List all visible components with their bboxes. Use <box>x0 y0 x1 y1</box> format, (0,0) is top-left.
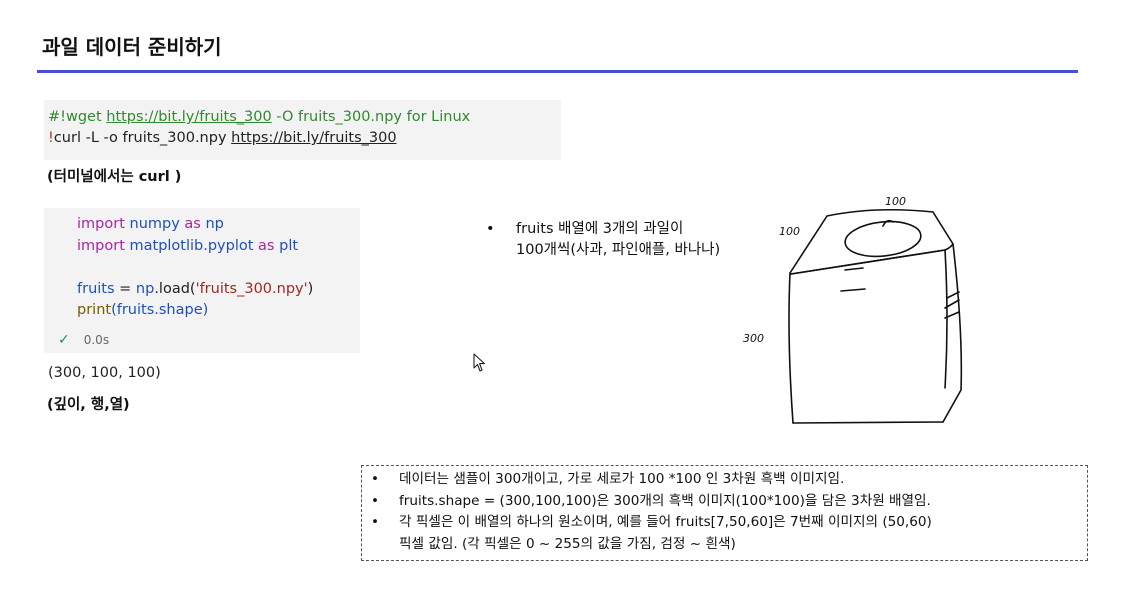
wget-suffix: -O fruits_300.npy for Linux <box>271 109 471 125</box>
sketch-label-left: 100 <box>779 225 800 238</box>
code-line-load: fruits = np.load('fruits_300.npy') <box>77 279 360 301</box>
sketch-label-top: 100 <box>885 195 906 208</box>
filename-string: 'fruits_300.npy' <box>195 280 308 297</box>
alias-plt: plt <box>279 237 299 254</box>
info-box: • 데이터는 샘플이 300개이고, 가로 세로가 100 *100 인 3차원 … <box>361 465 1088 561</box>
bullet-dot: • <box>371 492 380 509</box>
mouse-pointer-icon <box>473 353 486 372</box>
code-line-import-plt: import matplotlib.pyplot as plt <box>77 236 360 258</box>
load-call: .load( <box>154 280 196 297</box>
info-text: 픽셀 값임. (각 픽셀은 0 ~ 255의 값을 가짐, 검정 ~ 흰색) <box>399 535 736 552</box>
curl-command-line: !curl -L -o fruits_300.npy https://bit.l… <box>48 128 561 149</box>
info-item: • 각 픽셀은 이 배열의 하나의 원소이며, 예를 들어 fruits[7,50… <box>371 512 1087 534</box>
code-line-import-numpy: import numpy as np <box>77 214 360 236</box>
terminal-note: (터미널에서는 curl ) <box>47 169 182 185</box>
var-fruits: fruits <box>77 280 115 297</box>
bullet-line-2: 100개씩(사과, 파인애플, 바나나) <box>516 242 721 258</box>
info-text: 각 픽셀은 이 배열의 하나의 원소이며, 예를 들어 fruits[7,50,… <box>399 514 932 530</box>
module-matplotlib: matplotlib.pyplot <box>129 237 254 254</box>
info-text: fruits.shape = (300,100,100)은 300개의 흑백 이… <box>399 492 931 509</box>
np-ref: np <box>135 280 155 297</box>
bullet-dot: • <box>371 514 380 530</box>
check-icon: ✓ <box>58 332 70 348</box>
wget-prefix: #!wget <box>48 109 107 125</box>
cell-output: (300, 100, 100) <box>48 365 161 381</box>
kw-import: import <box>77 237 125 254</box>
fruits-bullet: • fruits 배열에 3개의 과일이 100개씩(사과, 파인애플, 바나나… <box>486 219 720 261</box>
kw-as: as <box>184 216 201 232</box>
dims-note: (깊이, 행,열) <box>47 397 130 413</box>
module-numpy: numpy <box>129 216 180 232</box>
sketch-label-side: 300 <box>743 332 764 345</box>
info-item: • fruits.shape = (300,100,100)은 300개의 흑백 … <box>371 491 1087 513</box>
kw-import: import <box>77 216 125 232</box>
bullet-line-1: fruits 배열에 3개의 과일이 <box>516 221 684 237</box>
print-fn: print <box>77 302 112 318</box>
code-cell-download[interactable]: #!wget https://bit.ly/fruits_300 -O frui… <box>44 100 561 160</box>
info-item: • 데이터는 샘플이 300개이고, 가로 세로가 100 *100 인 3차원 … <box>371 469 1087 491</box>
print-arg: (fruits.shape) <box>111 302 209 318</box>
close-paren: ) <box>307 280 314 297</box>
wget-comment-line: #!wget https://bit.ly/fruits_300 -O frui… <box>48 107 561 128</box>
curl-url-link[interactable]: https://bit.ly/fruits_300 <box>231 130 396 146</box>
bullet-dot: • <box>486 221 495 237</box>
exec-time: 0.0s <box>83 333 110 347</box>
assign-op: = <box>114 280 136 297</box>
info-item-continued: 픽셀 값임. (각 픽셀은 0 ~ 255의 값을 가짐, 검정 ~ 흰색) <box>371 534 1087 556</box>
curl-command: curl -L -o fruits_300.npy <box>53 130 232 146</box>
bullet-dot: • <box>371 471 380 487</box>
kw-as: as <box>258 237 275 254</box>
array-cube-sketch: 100 100 300 <box>743 195 963 424</box>
slide-title: 과일 데이터 준비하기 <box>42 35 222 59</box>
title-divider <box>37 70 1078 73</box>
alias-np: np <box>205 216 224 232</box>
execution-status: ✓ 0.0s <box>58 332 109 348</box>
code-line-print: print(fruits.shape) <box>77 300 360 322</box>
fruits-url-link[interactable]: https://bit.ly/fruits_300 <box>106 109 271 125</box>
info-text: 데이터는 샘플이 300개이고, 가로 세로가 100 *100 인 3차원 흑… <box>399 471 845 487</box>
